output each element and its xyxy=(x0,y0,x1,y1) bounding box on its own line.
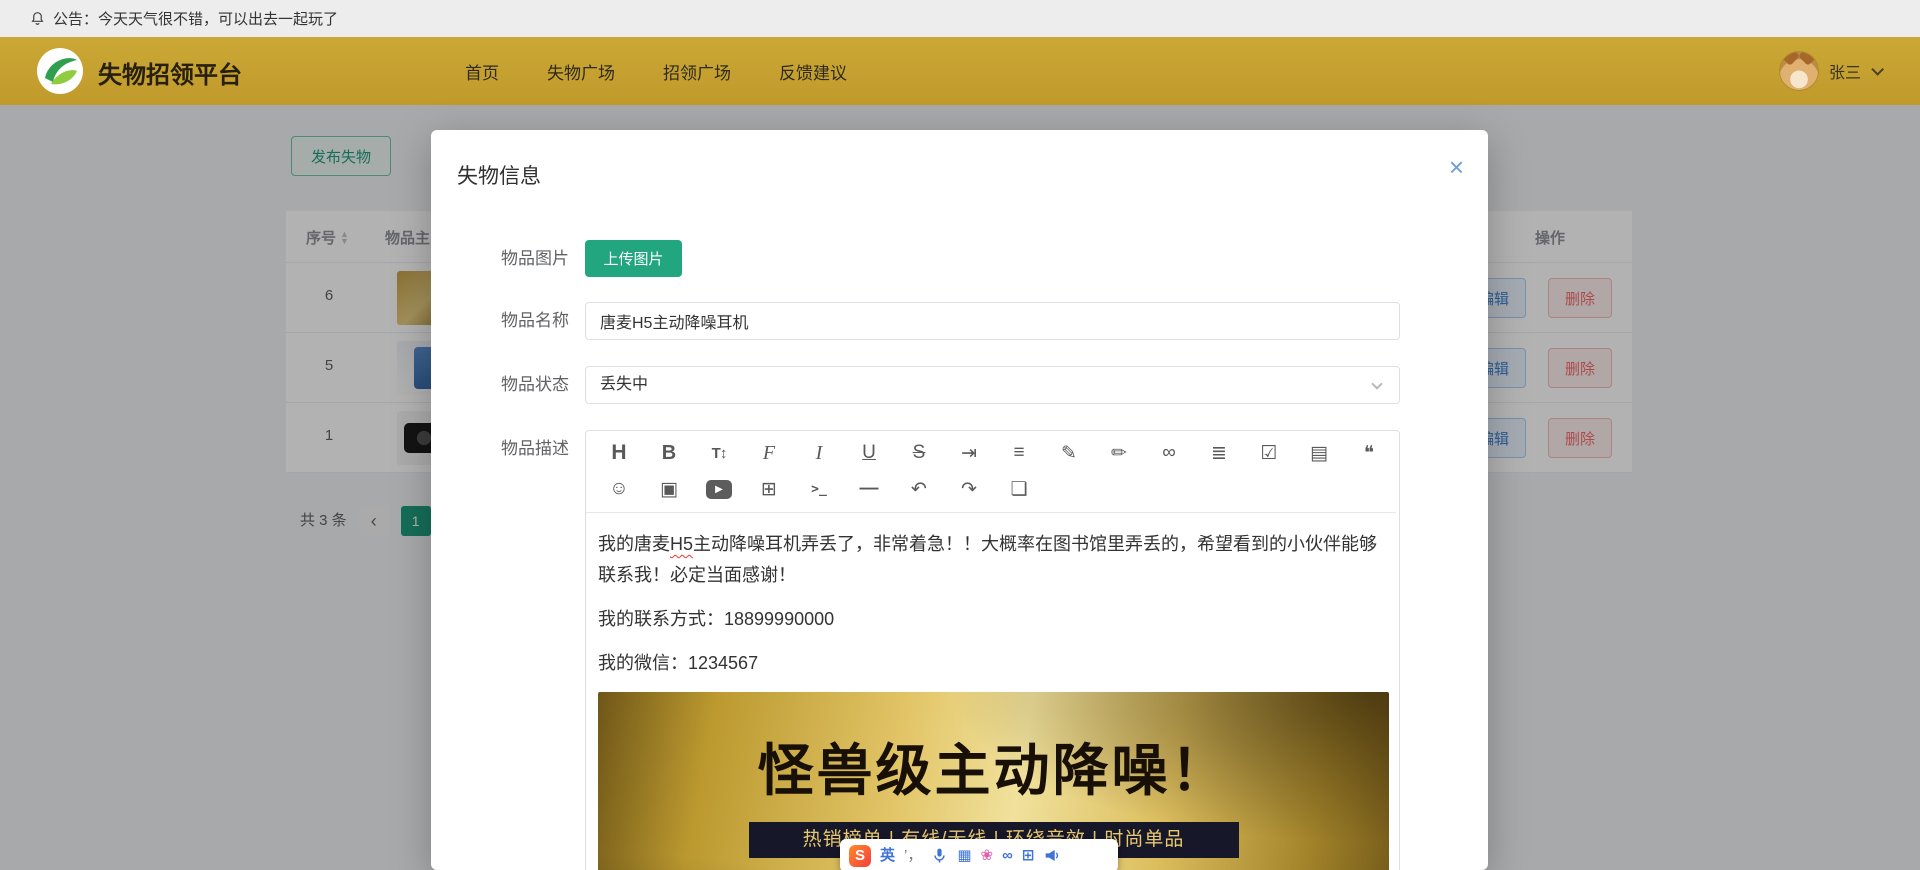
description-paragraph-1: 我的唐麦H5主动降噪耳机弄丢了，非常着急！！大概率在图书馆里弄丢的，希望看到的小… xyxy=(598,534,1378,585)
emoji-icon[interactable]: ☺ xyxy=(606,476,632,502)
divider-icon[interactable]: — xyxy=(856,476,882,502)
image-icon[interactable]: ▣ xyxy=(656,476,682,502)
user-menu[interactable]: 张三 xyxy=(1778,37,1884,105)
bold-icon[interactable]: B xyxy=(656,440,682,466)
upload-image-button[interactable]: 上传图片 xyxy=(585,240,682,277)
lost-item-dialog: 失物信息 × 物品图片 上传图片 物品名称 物品状态 丢失中 物品描述 xyxy=(431,130,1488,870)
item-status-select[interactable]: 丢失中 xyxy=(585,366,1400,404)
description-paragraph-2: 我的联系方式：18899990000 xyxy=(598,609,835,629)
bullet-list-icon[interactable]: ≣ xyxy=(1206,440,1232,466)
chevron-down-icon xyxy=(1371,378,1383,390)
editor-toolbar: H B T↕ F I U S ⇥ ≡ ✎ ✏ ∞ ≣ ☑ ▤ ❝ ☺ ▣ ▶ ⊞ >_ — ↶ ↷ ❏ xyxy=(586,431,1396,513)
code-block-icon[interactable]: >_ xyxy=(806,476,832,502)
item-description-label: 物品描述 xyxy=(501,439,569,458)
video-icon[interactable]: ▶ xyxy=(706,479,732,499)
app-header: 失物招领平台 首页 失物广场 招领广场 反馈建议 张三 xyxy=(0,37,1920,105)
brand-logo-icon xyxy=(37,48,83,94)
brand-title: 失物招领平台 xyxy=(98,62,242,89)
line-height-icon[interactable]: ≡ xyxy=(1006,440,1032,466)
main-nav: 首页 失物广场 招领广场 反馈建议 xyxy=(465,37,847,105)
nav-item-home[interactable]: 首页 xyxy=(465,59,499,84)
font-family-icon[interactable]: F xyxy=(756,440,782,466)
editor-content[interactable]: 我的唐麦H5主动降噪耳机弄丢了，非常着急！！大概率在图书馆里弄丢的，希望看到的小… xyxy=(586,513,1399,870)
font-size-icon[interactable]: T↕ xyxy=(706,440,732,466)
nav-item-lost-plaza[interactable]: 失物广场 xyxy=(547,59,615,84)
rich-text-editor: H B T↕ F I U S ⇥ ≡ ✎ ✏ ∞ ≣ ☑ ▤ ❝ ☺ ▣ ▶ ⊞ >_ — ↶ ↷ ❏ 我的唐麦H5主动降噪耳机… xyxy=(585,430,1400,870)
form-row-name: 物品名称 xyxy=(431,302,1488,340)
undo-icon[interactable]: ↶ xyxy=(906,476,932,502)
item-name-label: 物品名称 xyxy=(501,311,569,330)
fullscreen-icon[interactable]: ❏ xyxy=(1006,476,1032,502)
heading-icon[interactable]: H xyxy=(606,440,632,466)
ime-punctuation-toggle[interactable]: ’， xyxy=(904,845,922,867)
announcement-text: 公告：今天天气很不错，可以出去一起玩了 xyxy=(53,11,339,28)
bell-icon xyxy=(31,12,44,25)
description-paragraph-3: 我的微信：1234567 xyxy=(598,653,759,673)
announcement-bar: 公告：今天天气很不错，可以出去一起玩了 xyxy=(0,0,1920,37)
indent-icon[interactable]: ⇥ xyxy=(956,440,982,466)
chevron-down-icon xyxy=(1871,62,1884,76)
item-status-label: 物品状态 xyxy=(501,375,569,394)
todo-list-icon[interactable]: ☑ xyxy=(1256,440,1282,466)
underline-icon[interactable]: U xyxy=(856,440,882,466)
item-name-input[interactable] xyxy=(585,302,1400,340)
item-image-label: 物品图片 xyxy=(501,249,569,268)
skin-palette-icon[interactable]: ❀ xyxy=(981,845,994,867)
form-row-description: 物品描述 H B T↕ F I U S ⇥ ≡ ✎ ✏ ∞ ≣ ☑ ▤ ❝ ☺ ▣ ▶ ⊞ >_ — ↶ ↷ ❏ 我的唐麦H5主… xyxy=(431,430,1488,870)
form-row-image: 物品图片 上传图片 xyxy=(431,240,1488,278)
link-icon[interactable]: ∞ xyxy=(1156,440,1182,466)
app-root: 公告：今天天气很不错，可以出去一起玩了 失物招领平台 首页 失物广场 招领广场 … xyxy=(0,0,1920,870)
italic-icon[interactable]: I xyxy=(806,440,832,466)
justify-icon[interactable]: ▤ xyxy=(1306,440,1332,466)
quote-icon[interactable]: ❝ xyxy=(1356,440,1382,466)
table-icon[interactable]: ⊞ xyxy=(756,476,782,502)
item-status-value: 丢失中 xyxy=(600,376,649,393)
close-icon[interactable]: × xyxy=(1449,154,1464,180)
ime-language-toggle[interactable]: 英 xyxy=(880,845,895,867)
cloud-input-icon[interactable]: ∞ xyxy=(1002,845,1013,867)
dialog-title: 失物信息 xyxy=(457,165,541,188)
toolbox-grid-icon[interactable]: ⊞ xyxy=(1022,845,1035,867)
notification-horn-icon[interactable] xyxy=(1043,847,1060,864)
highlight-icon[interactable]: ✏ xyxy=(1106,440,1132,466)
user-avatar[interactable] xyxy=(1778,51,1819,91)
spellcheck-underline: H5 xyxy=(670,534,694,554)
nav-item-feedback[interactable]: 反馈建议 xyxy=(779,59,847,84)
font-color-icon[interactable]: ✎ xyxy=(1056,440,1082,466)
strikethrough-icon[interactable]: S xyxy=(906,440,932,466)
nav-item-found-plaza[interactable]: 招领广场 xyxy=(663,59,731,84)
virtual-keyboard-icon[interactable]: ▦ xyxy=(957,845,971,867)
redo-icon[interactable]: ↷ xyxy=(956,476,982,502)
banner-headline-text: 怪兽级主动降噪！ xyxy=(757,739,1230,802)
sogou-logo-icon[interactable]: S xyxy=(849,844,871,867)
ime-toolbar: S 英 ’， ▦ ❀ ∞ ⊞ xyxy=(840,839,1118,870)
microphone-icon[interactable] xyxy=(931,847,948,864)
form-row-status: 物品状态 丢失中 xyxy=(431,366,1488,404)
user-name: 张三 xyxy=(1828,65,1861,82)
